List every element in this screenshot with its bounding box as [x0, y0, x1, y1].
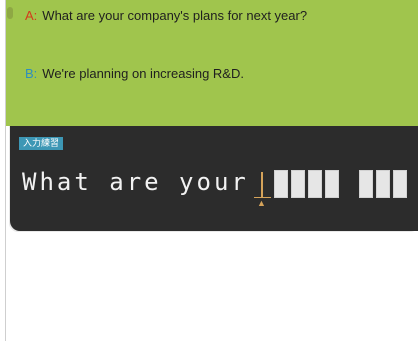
letter-slot	[393, 170, 407, 198]
typing-exercise-screen: A: What are your company's plans for next…	[0, 0, 419, 341]
letter-slot	[325, 170, 339, 198]
letter-slot	[359, 170, 373, 198]
text-cursor	[261, 172, 263, 198]
panel-edge-dot	[7, 7, 13, 19]
speaker-a-label: A:	[25, 8, 38, 23]
speaker-b-label: B:	[25, 66, 38, 81]
letter-slot	[376, 170, 390, 198]
line-b-text: We're planning on increasing R&D.	[42, 66, 244, 81]
line-a-text: What are your company's plans for next y…	[42, 8, 308, 23]
typed-text: What are your	[22, 168, 249, 196]
mode-tag: 入力練習	[19, 137, 64, 150]
cursor-marker-icon: ▲	[257, 198, 266, 208]
letter-slot	[308, 170, 322, 198]
letter-slot	[274, 170, 288, 198]
dialogue-line-b: B: We're planning on increasing R&D.	[25, 66, 244, 81]
dialogue-line-a: A: What are your company's plans for next…	[25, 8, 307, 23]
letter-slot	[291, 170, 305, 198]
